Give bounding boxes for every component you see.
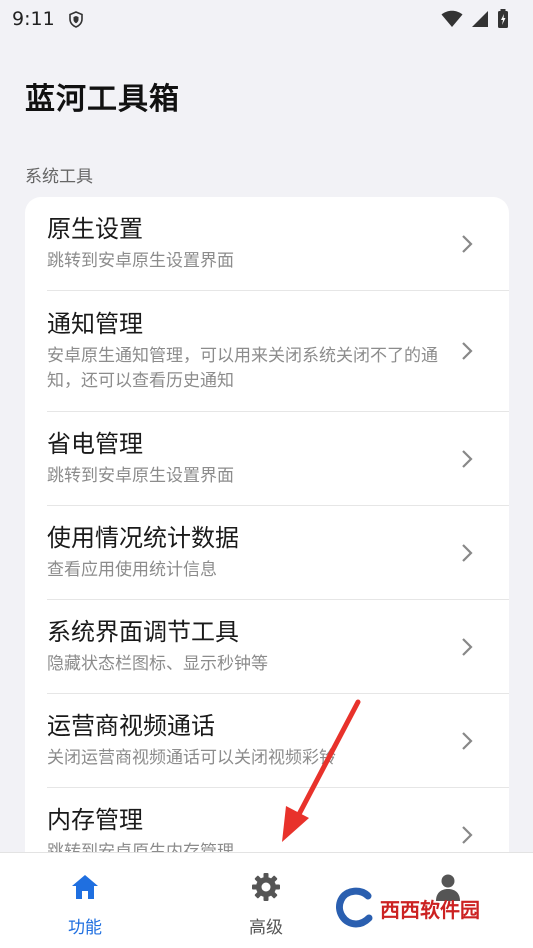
item-title: 使用情况统计数据: [47, 524, 239, 552]
nav-label-advanced: 高级: [249, 918, 283, 938]
item-desc: 安卓原生通知管理，可以用来关闭系统关闭不了的通知，还可以查看历史通知: [47, 346, 438, 391]
nav-tab-advanced[interactable]: 高级: [206, 853, 326, 948]
chevron-right-icon: [462, 449, 473, 468]
status-icons: [441, 9, 509, 29]
item-desc: 跳转到安卓原生设置界面: [47, 251, 234, 271]
app-title: 蓝河工具箱: [25, 82, 180, 117]
watermark-logo: 西西软件园: [334, 873, 514, 943]
item-title: 省电管理: [47, 430, 143, 458]
system-tools-card: 原生设置 跳转到安卓原生设置界面 通知管理 安卓原生通知管理，可以用来关闭系统关…: [25, 197, 509, 897]
status-bar: 9:11: [0, 0, 533, 38]
list-item-carrier-video-call[interactable]: 运营商视频通话 关闭运营商视频通话可以关闭视频彩铃: [25, 694, 509, 787]
chevron-right-icon: [462, 342, 473, 360]
signal-icon: [472, 11, 488, 27]
item-desc: 跳转到安卓原生设置界面: [47, 466, 234, 486]
item-desc: 关闭运营商视频通话可以关闭视频彩铃: [47, 748, 336, 768]
chevron-right-icon: [462, 234, 473, 253]
item-title: 原生设置: [47, 215, 143, 243]
item-title: 通知管理: [47, 310, 143, 338]
item-title: 系统界面调节工具: [47, 618, 239, 646]
list-item-power-saving[interactable]: 省电管理 跳转到安卓原生设置界面: [25, 412, 509, 505]
item-desc: 查看应用使用统计信息: [47, 560, 217, 580]
list-item-usage-stats[interactable]: 使用情况统计数据 查看应用使用统计信息: [25, 506, 509, 599]
item-title: 内存管理: [47, 806, 143, 834]
watermark-c-icon: [336, 887, 373, 928]
item-title: 运营商视频通话: [47, 712, 215, 740]
list-item-notification-management[interactable]: 通知管理 安卓原生通知管理，可以用来关闭系统关闭不了的通知，还可以查看历史通知: [25, 291, 509, 411]
watermark-text: 西西软件园: [380, 897, 480, 922]
chevron-right-icon: [462, 637, 473, 656]
section-label: 系统工具: [25, 167, 93, 187]
wifi-icon: [441, 10, 463, 27]
chevron-right-icon: [462, 731, 473, 750]
status-time: 9:11: [12, 8, 55, 30]
battery-icon: [498, 9, 508, 28]
shield-icon: [68, 10, 83, 28]
list-item-system-ui-tuner[interactable]: 系统界面调节工具 隐藏状态栏图标、显示秒钟等: [25, 600, 509, 693]
item-desc: 隐藏状态栏图标、显示秒钟等: [47, 654, 268, 674]
nav-label-features: 功能: [68, 918, 102, 938]
chevron-right-icon: [462, 543, 473, 562]
nav-tab-features[interactable]: 功能: [25, 853, 145, 948]
home-icon: [72, 875, 98, 899]
gear-icon: [252, 873, 280, 901]
list-item-native-settings[interactable]: 原生设置 跳转到安卓原生设置界面: [25, 197, 509, 290]
chevron-right-icon: [462, 825, 473, 844]
